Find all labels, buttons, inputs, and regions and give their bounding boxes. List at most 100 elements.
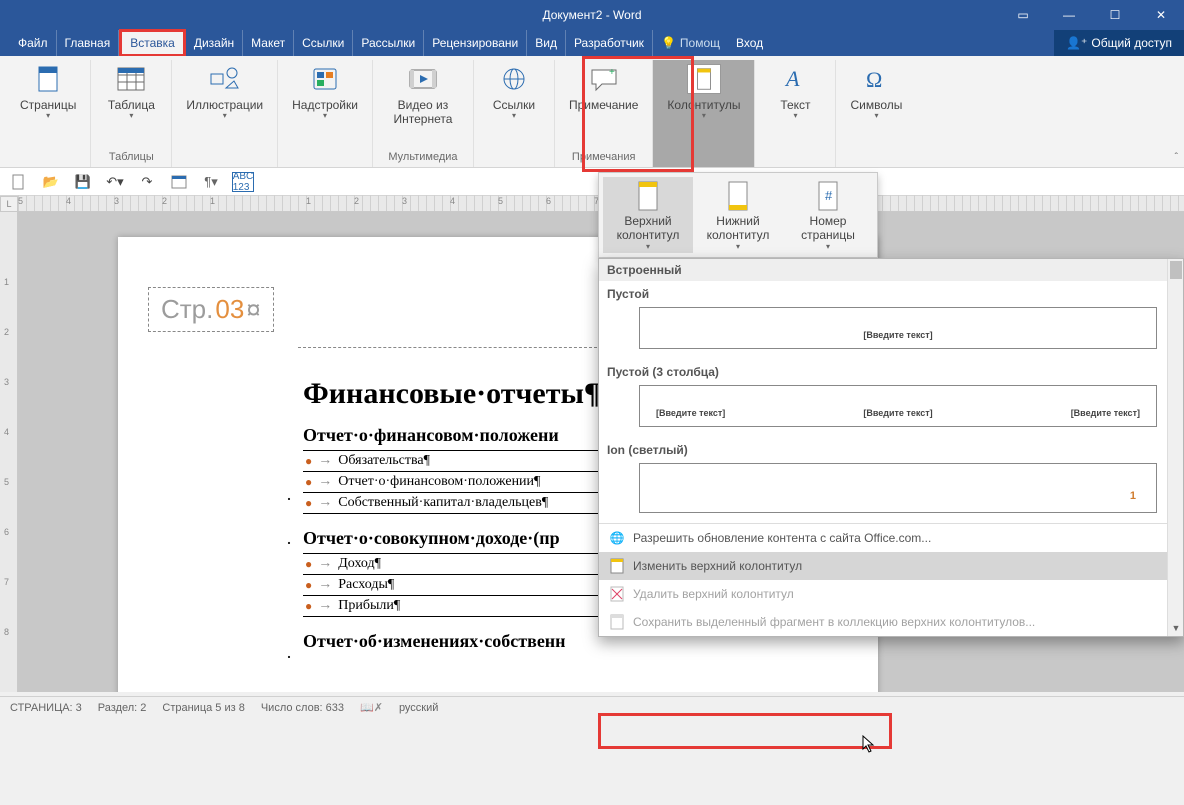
- quick-access-toolbar: 📂 💾 ↶▾ ↷ ¶▾ ABC123: [0, 168, 1184, 196]
- login-link[interactable]: Вход: [728, 30, 771, 56]
- tab-mailings[interactable]: Рассылки: [353, 30, 424, 56]
- status-section[interactable]: Раздел: 2: [98, 702, 147, 714]
- group-comments: Примечания: [572, 151, 636, 165]
- chevron-down-icon: ▾: [46, 112, 50, 120]
- footer-icon: [720, 179, 756, 214]
- gallery-item-ion[interactable]: 1: [639, 463, 1157, 513]
- status-page-of[interactable]: Страница 5 из 8: [162, 702, 244, 714]
- symbols-label: Символы: [851, 98, 903, 112]
- header-suffix: ¤: [246, 294, 260, 325]
- tell-me[interactable]: 💡 Помощ: [653, 30, 728, 56]
- share-button[interactable]: 👤⁺ Общий доступ: [1054, 30, 1184, 56]
- page-number-button[interactable]: # Номер страницы▾: [783, 177, 873, 253]
- qat-styles-icon[interactable]: [168, 172, 190, 192]
- save-selection-icon: [609, 614, 625, 630]
- online-video-button[interactable]: Видео из Интернета: [383, 62, 463, 128]
- tab-references[interactable]: Ссылки: [294, 30, 353, 56]
- pages-label: Страницы: [20, 98, 76, 112]
- symbols-button[interactable]: Ω Символы ▾: [846, 62, 906, 122]
- gallery-item-ion-title: Ion (светлый): [599, 437, 1183, 459]
- ion-page-number: 1: [1130, 490, 1136, 502]
- header-prefix: Стр.: [161, 294, 213, 325]
- tab-file[interactable]: Файл: [10, 30, 57, 56]
- gallery-scrollbar[interactable]: ▲ ▼: [1167, 259, 1183, 636]
- bulb-icon: 💡: [661, 36, 676, 50]
- comment-button[interactable]: + Примечание: [565, 62, 642, 114]
- gallery-allow-update[interactable]: 🌐 Разрешить обновление контента с сайта …: [599, 524, 1183, 552]
- footer-button[interactable]: Нижний колонтитул▾: [693, 177, 783, 253]
- group-multimedia: Мультимедиа: [388, 151, 457, 165]
- text-button[interactable]: A Текст ▾: [765, 62, 825, 122]
- symbols-icon: Ω: [859, 64, 893, 94]
- statusbar: СТРАНИЦА: 3 Раздел: 2 Страница 5 из 8 Чи…: [0, 696, 1184, 718]
- annotation-highlight-edit-header: [598, 713, 892, 749]
- vertical-ruler[interactable]: 12345678: [0, 212, 18, 692]
- page-number-icon: #: [810, 179, 846, 214]
- addins-button[interactable]: Надстройки ▾: [288, 62, 362, 122]
- scroll-down-icon[interactable]: ▼: [1168, 620, 1184, 636]
- titlebar: Документ2 - Word ▭ — ☐ ✕: [0, 0, 1184, 30]
- qat-spelling-icon[interactable]: ABC123: [232, 172, 254, 192]
- gallery-builtin-heading: Встроенный: [599, 259, 1183, 281]
- table-icon: [114, 64, 148, 94]
- horizontal-ruler[interactable]: L 543211234567: [0, 196, 1184, 212]
- tab-home[interactable]: Главная: [57, 30, 120, 56]
- placeholder-text: [Введите текст]: [863, 408, 932, 418]
- pages-button[interactable]: Страницы ▾: [16, 62, 80, 122]
- qat-open-icon[interactable]: 📂: [40, 172, 62, 192]
- delete-header-icon: [609, 586, 625, 602]
- placeholder-text: [Введите текст]: [863, 330, 932, 340]
- gallery-item-blank[interactable]: [Введите текст]: [639, 307, 1157, 349]
- pages-icon: [31, 64, 65, 94]
- allow-update-label: Разрешить обновление контента с сайта Of…: [633, 531, 931, 545]
- ruler-corner: L: [0, 196, 18, 212]
- tab-developer[interactable]: Разработчик: [566, 30, 653, 56]
- item-label: Доход¶: [338, 556, 381, 572]
- text-label: Текст: [780, 98, 810, 112]
- minimize-button[interactable]: —: [1046, 0, 1092, 30]
- close-button[interactable]: ✕: [1138, 0, 1184, 30]
- status-page[interactable]: СТРАНИЦА: 3: [10, 702, 82, 714]
- header-page-number: 03: [215, 294, 244, 325]
- comment-label: Примечание: [569, 98, 638, 112]
- qat-new-icon[interactable]: [8, 172, 30, 192]
- table-label: Таблица: [108, 98, 155, 112]
- illustrations-button[interactable]: Иллюстрации ▾: [182, 62, 267, 122]
- tab-design[interactable]: Дизайн: [186, 30, 243, 56]
- header-gallery: ▲ ▼ Встроенный Пустой [Введите текст] Пу…: [598, 258, 1184, 637]
- qat-save-icon[interactable]: 💾: [72, 172, 94, 192]
- proofing-icon[interactable]: 📖✗: [360, 701, 383, 714]
- tab-layout[interactable]: Макет: [243, 30, 294, 56]
- delete-header-label: Удалить верхний колонтитул: [633, 587, 794, 601]
- edit-header-label: Изменить верхний колонтитул: [633, 559, 802, 573]
- comment-icon: +: [587, 64, 621, 94]
- header-label: Верхний колонтитул: [605, 214, 691, 242]
- svg-text:#: #: [825, 188, 833, 203]
- header-field[interactable]: Стр. 03 ¤: [148, 287, 274, 332]
- links-label: Ссылки: [493, 98, 535, 112]
- tab-review[interactable]: Рецензировани: [424, 30, 527, 56]
- window-title: Документ2 - Word: [542, 8, 641, 22]
- gallery-item-blank3[interactable]: [Введите текст] [Введите текст] [Введите…: [639, 385, 1157, 427]
- maximize-button[interactable]: ☐: [1092, 0, 1138, 30]
- placeholder-text: [Введите текст]: [1071, 408, 1140, 418]
- text-icon: A: [778, 64, 812, 94]
- links-button[interactable]: Ссылки ▾: [484, 62, 544, 122]
- collapse-ribbon-icon[interactable]: ˆ: [1175, 152, 1178, 163]
- status-language[interactable]: русский: [399, 702, 438, 714]
- ribbon-display-options[interactable]: ▭: [1000, 0, 1046, 30]
- save-selection-label: Сохранить выделенный фрагмент в коллекци…: [633, 615, 1035, 629]
- status-words[interactable]: Число слов: 633: [261, 702, 344, 714]
- qat-para-icon[interactable]: ¶▾: [200, 172, 222, 192]
- qat-redo-icon[interactable]: ↷: [136, 172, 158, 192]
- qat-undo-icon[interactable]: ↶▾: [104, 172, 126, 192]
- share-icon: 👤⁺: [1066, 36, 1087, 50]
- table-button[interactable]: Таблица ▾: [101, 62, 161, 122]
- headers-footers-button[interactable]: Колонтитулы ▾: [663, 62, 744, 122]
- tab-view[interactable]: Вид: [527, 30, 566, 56]
- scroll-thumb[interactable]: [1170, 261, 1182, 279]
- gallery-edit-header[interactable]: Изменить верхний колонтитул: [599, 552, 1183, 580]
- header-button[interactable]: Верхний колонтитул▾: [603, 177, 693, 253]
- headers-icon: [687, 64, 721, 94]
- tab-insert[interactable]: Вставка: [119, 29, 186, 57]
